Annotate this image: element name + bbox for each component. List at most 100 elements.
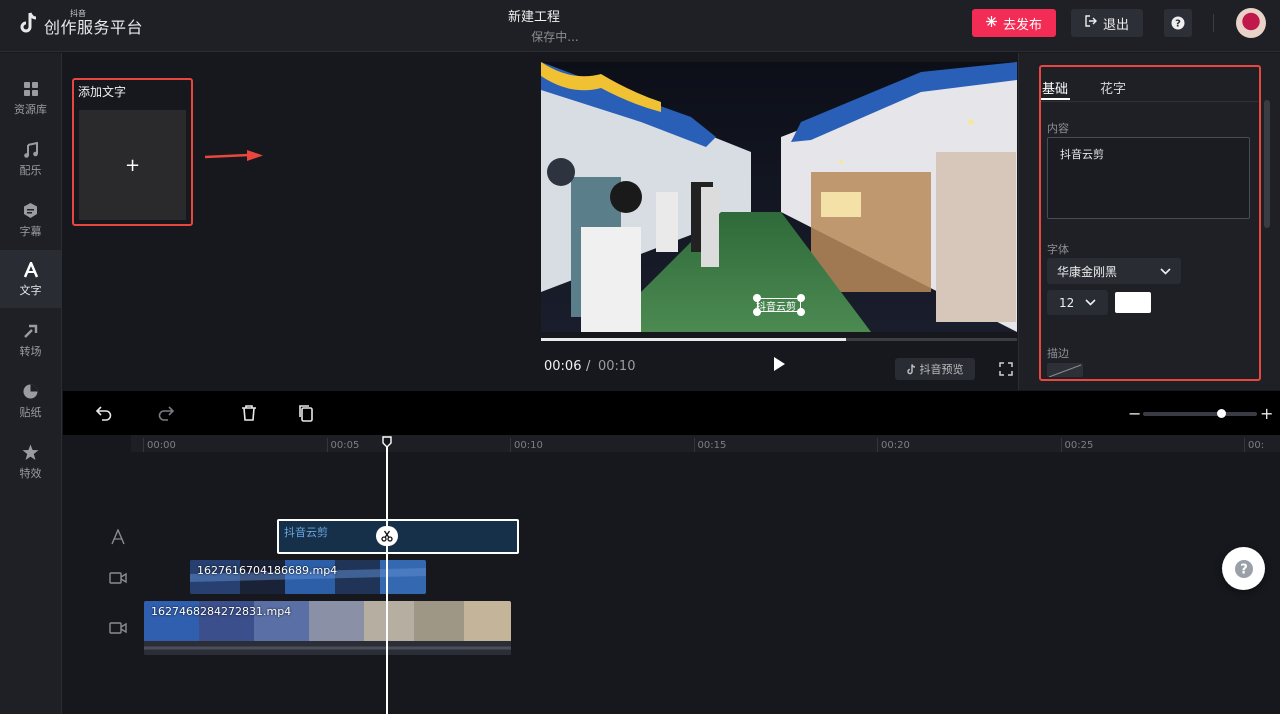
- exit-button[interactable]: 退出: [1071, 9, 1143, 37]
- stroke-color-swatch[interactable]: [1047, 363, 1083, 377]
- undo-icon[interactable]: [95, 404, 113, 422]
- stroke-label: 描边: [1047, 347, 1069, 360]
- ruler-tick: [143, 438, 144, 452]
- floating-help-button[interactable]: ?: [1222, 547, 1265, 590]
- chevron-down-icon: [1160, 267, 1171, 275]
- sticker-icon: [22, 383, 40, 401]
- music-note-icon: [22, 141, 40, 159]
- copy-icon[interactable]: [297, 404, 315, 422]
- video-scene-image: [541, 62, 1017, 332]
- video-track-icon: [109, 622, 127, 634]
- content-label: 内容: [1047, 122, 1069, 135]
- sidebar-item-sticker[interactable]: 贴纸: [0, 372, 61, 430]
- resize-handle[interactable]: [797, 308, 805, 316]
- svg-text:?: ?: [1175, 19, 1181, 30]
- sidebar-item-text[interactable]: 文字: [0, 250, 61, 308]
- sidebar-item-label: 配乐: [19, 163, 42, 177]
- font-size-select[interactable]: 12: [1047, 290, 1108, 315]
- text-clip[interactable]: 抖音云剪: [277, 519, 519, 554]
- help-button[interactable]: ?: [1164, 9, 1192, 37]
- sidebar-item-resources[interactable]: 资源库: [0, 69, 61, 127]
- ruler-tick-label: 00:15: [697, 440, 727, 451]
- ruler-tick: [877, 438, 878, 452]
- resize-handle[interactable]: [753, 294, 761, 302]
- playhead-line[interactable]: [386, 444, 388, 714]
- svg-text:?: ?: [1240, 562, 1248, 577]
- video-clip[interactable]: 1627468284272831.mp4: [144, 601, 511, 655]
- add-text-button[interactable]: +: [79, 110, 186, 220]
- sidebar-item-label: 文字: [19, 283, 42, 297]
- question-circle-icon: ?: [1234, 559, 1253, 578]
- sparkle-icon: [985, 15, 997, 31]
- sidebar-item-label: 贴纸: [19, 405, 42, 419]
- zoom-slider[interactable]: [1143, 409, 1257, 418]
- top-divider: [1213, 14, 1214, 32]
- sidebar-item-label: 字幕: [19, 224, 42, 238]
- effect-star-icon: [22, 444, 40, 462]
- sidebar-item-music[interactable]: 配乐: [0, 130, 61, 188]
- sidebar-item-label: 特效: [19, 466, 42, 480]
- video-clip[interactable]: 1627616704186689.mp4: [190, 560, 426, 594]
- zoom-in-button[interactable]: +: [1260, 404, 1273, 423]
- sidebar-item-label: 资源库: [14, 102, 47, 116]
- preview-button-label: 抖音预览: [919, 363, 964, 376]
- content-textarea[interactable]: 抖音云剪: [1047, 137, 1250, 219]
- project-title: 新建工程: [507, 10, 560, 25]
- properties-scrollbar[interactable]: [1264, 100, 1270, 228]
- playback-progress[interactable]: [541, 338, 1017, 341]
- ruler-tick: [326, 438, 328, 452]
- ruler-tick: [693, 438, 695, 452]
- tab-active-indicator: [1041, 98, 1070, 100]
- redo-icon[interactable]: [157, 404, 175, 422]
- text-overlay-box[interactable]: 抖音云剪: [753, 294, 805, 316]
- sidebar-item-effects[interactable]: 特效: [0, 433, 61, 491]
- ruler-tick: [1244, 438, 1245, 452]
- ruler-tick: [510, 438, 511, 452]
- ruler-tick-label: 00:25: [1064, 440, 1094, 451]
- annotation-arrow: [204, 150, 263, 161]
- tab-basic[interactable]: 基础: [1042, 78, 1068, 97]
- total-time: 00:10: [598, 359, 636, 374]
- resize-handle[interactable]: [797, 294, 805, 302]
- publish-label: 去发布: [1002, 17, 1042, 33]
- progress-fill: [541, 338, 846, 341]
- ruler-tick-label: 00:05: [330, 440, 360, 451]
- resize-handle[interactable]: [753, 308, 761, 316]
- video-track-icon: [109, 572, 127, 584]
- chevron-down-icon: [1085, 299, 1096, 306]
- transition-icon: [22, 322, 40, 340]
- plus-icon: +: [124, 154, 141, 176]
- play-icon[interactable]: [772, 356, 786, 372]
- sidebar-item-subtitle[interactable]: 字幕: [0, 191, 61, 249]
- exit-icon: [1085, 15, 1097, 31]
- add-text-card[interactable]: 添加文字 +: [72, 78, 193, 226]
- publish-button[interactable]: 去发布: [972, 9, 1056, 37]
- sidebar-item-transition[interactable]: 转场: [0, 311, 61, 369]
- video-preview[interactable]: 抖音云剪: [541, 62, 1017, 332]
- delete-icon[interactable]: [240, 404, 258, 422]
- content-value: 抖音云剪: [1060, 148, 1104, 161]
- tiktok-icon: [906, 363, 915, 374]
- zoom-out-button[interactable]: −: [1128, 404, 1141, 423]
- avatar[interactable]: [1236, 8, 1266, 38]
- zoom-slider-thumb[interactable]: [1216, 409, 1226, 418]
- exit-label: 退出: [1102, 17, 1129, 33]
- font-label: 字体: [1047, 243, 1069, 256]
- playhead-handle[interactable]: [382, 436, 392, 448]
- ruler-tick-label: 00:00: [147, 440, 176, 451]
- text-overlay: 抖音云剪: [756, 302, 796, 313]
- tab-divider: [1041, 101, 1258, 102]
- font-size-value: 12: [1059, 295, 1075, 310]
- douyin-preview-button[interactable]: 抖音预览: [895, 358, 975, 380]
- font-select[interactable]: 华康金刚黑: [1047, 258, 1181, 284]
- question-circle-icon: ?: [1171, 16, 1185, 30]
- fullscreen-icon[interactable]: [999, 362, 1013, 376]
- split-scissors-button[interactable]: [376, 526, 398, 546]
- sidebar-item-label: 转场: [19, 344, 42, 358]
- grid-icon: [22, 80, 40, 98]
- text-color-swatch[interactable]: [1115, 292, 1151, 313]
- text-a-icon: [22, 261, 40, 279]
- video-clip-label: 1627468284272831.mp4: [151, 605, 292, 618]
- ruler-tick-label: 00:20: [881, 440, 910, 451]
- tab-fancy-text[interactable]: 花字: [1100, 78, 1126, 97]
